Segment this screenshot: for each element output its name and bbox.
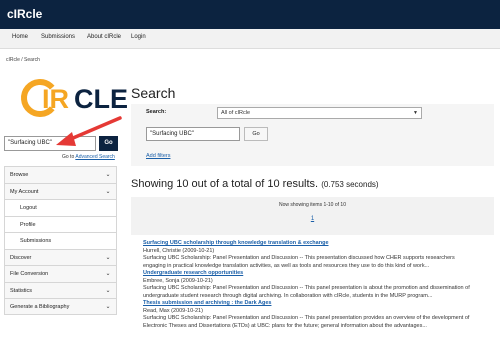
sidebar-item-label: File Conversion (10, 271, 49, 277)
page-title: Search (131, 85, 176, 101)
result-meta: Hurrell, Christie (2009-10-21) (143, 247, 215, 254)
sidebar-item-submissions[interactable]: Submissions (4, 232, 117, 249)
sidebar-item-label: Submissions (20, 238, 52, 244)
sidebar-item-label: Profile (20, 221, 36, 228)
sidebar-item-bibliography[interactable]: Generate a Bibliography ⌄ (4, 298, 117, 315)
circle-logo[interactable]: IR CLE (20, 78, 130, 118)
sidebar-search-input[interactable]: "Surfacing UBC" (4, 136, 96, 151)
result-abstract: engaging in practical knowledge translat… (143, 262, 430, 269)
results-time: (0.753 seconds) (321, 180, 379, 189)
sidebar-item-logout[interactable]: Logout (4, 199, 117, 216)
list-item: Thesis submission and archiving : the Da… (143, 300, 493, 330)
query-go-button[interactable]: Go (244, 127, 268, 141)
sidebar-item-file-conversion[interactable]: File Conversion ⌄ (4, 265, 117, 282)
pagination-bar: Now showing items 1-10 of 10 1 (131, 197, 494, 235)
chevron-down-icon[interactable]: ⌄ (103, 269, 113, 279)
results-list: Surfacing UBC scholarship through knowle… (143, 240, 493, 330)
breadcrumb[interactable]: cIRcle / Search (6, 57, 40, 63)
sidebar-item-browse[interactable]: Browse ⌄ (4, 166, 117, 183)
result-title-link[interactable]: Undergraduate research opportunities (143, 270, 493, 278)
result-title-link[interactable]: Surfacing UBC scholarship through knowle… (143, 240, 493, 248)
pagination-page-1[interactable]: 1 (131, 216, 494, 222)
sidebar-item-label: Discover (10, 254, 32, 261)
logo-cle-text: CLE (74, 84, 128, 114)
results-heading: Showing 10 out of a total of 10 results.… (131, 178, 379, 190)
nav-home[interactable]: Home (12, 34, 28, 40)
query-input[interactable]: "Surfacing UBC" (146, 127, 240, 141)
brand-title[interactable]: cIRcle (7, 7, 42, 21)
chevron-down-icon[interactable]: ⌄ (103, 302, 113, 312)
top-header-bar: cIRcle (0, 0, 500, 29)
sidebar-item-statistics[interactable]: Statistics ⌄ (4, 281, 117, 298)
chevron-down-icon[interactable]: ⌄ (103, 253, 113, 263)
add-filters-link[interactable]: Add filters (146, 153, 170, 159)
result-abstract: Electronic Theses and Dissertations (ETD… (143, 322, 427, 329)
scope-select[interactable]: All of cIRcle ▼ (217, 107, 422, 119)
result-abstract: Surfacing UBC Scholarship: Panel Present… (143, 255, 455, 261)
logo-ir-text: IR (42, 84, 69, 114)
nav-login[interactable]: Login (131, 34, 146, 40)
chevron-down-icon: ▼ (413, 110, 418, 116)
sidebar-item-label: Logout (20, 205, 37, 211)
sidebar-item-label: Generate a Bibliography (10, 304, 70, 310)
sidebar-item-label: My Account (10, 188, 39, 195)
main-nav-bar: Home Submissions About cIRcle Login (0, 29, 500, 49)
goto-advanced-search: Go to Advanced Search (62, 154, 115, 160)
sidebar-item-profile[interactable]: Profile (4, 215, 117, 232)
list-item: Undergraduate research opportunities Emb… (143, 270, 493, 300)
result-abstract: undergraduate student research through d… (143, 292, 433, 299)
sidebar-menu: Browse ⌄ My Account ⌄ Logout Profile Sub… (4, 166, 117, 315)
advanced-search-link[interactable]: Advanced Search (75, 154, 114, 160)
goto-prefix: Go to (62, 154, 75, 160)
result-title-link[interactable]: Thesis submission and archiving : the Da… (143, 300, 493, 308)
sidebar-item-my-account[interactable]: My Account ⌄ (4, 182, 117, 199)
sidebar-item-label: Browse (10, 172, 29, 178)
results-count-text: Showing 10 out of a total of 10 results. (131, 178, 319, 190)
result-abstract: Surfacing UBC Scholarship: Panel Present… (143, 315, 470, 321)
chevron-down-icon[interactable]: ⌄ (103, 286, 113, 296)
sidebar-item-discover[interactable]: Discover ⌄ (4, 248, 117, 265)
list-item: Surfacing UBC scholarship through knowle… (143, 240, 493, 270)
result-meta: Read, Max (2009-10-21) (143, 307, 203, 314)
result-abstract: Surfacing UBC Scholarship: Panel Present… (143, 285, 470, 291)
scope-select-value: All of cIRcle (221, 110, 251, 116)
chevron-down-icon[interactable]: ⌄ (103, 187, 113, 197)
sidebar-search-go-button[interactable]: Go (99, 136, 118, 151)
nav-about[interactable]: About cIRcle (87, 34, 121, 40)
sidebar-item-label: Statistics (10, 287, 33, 294)
result-meta: Embree, Sonja (2009-10-21) (143, 277, 213, 284)
search-form: Search: All of cIRcle ▼ "Surfacing UBC" … (131, 104, 494, 166)
scope-label: Search: (146, 109, 167, 115)
chevron-down-icon[interactable]: ⌄ (103, 170, 113, 180)
pagination-info: Now showing items 1-10 of 10 (279, 202, 346, 208)
nav-submissions[interactable]: Submissions (41, 34, 75, 40)
